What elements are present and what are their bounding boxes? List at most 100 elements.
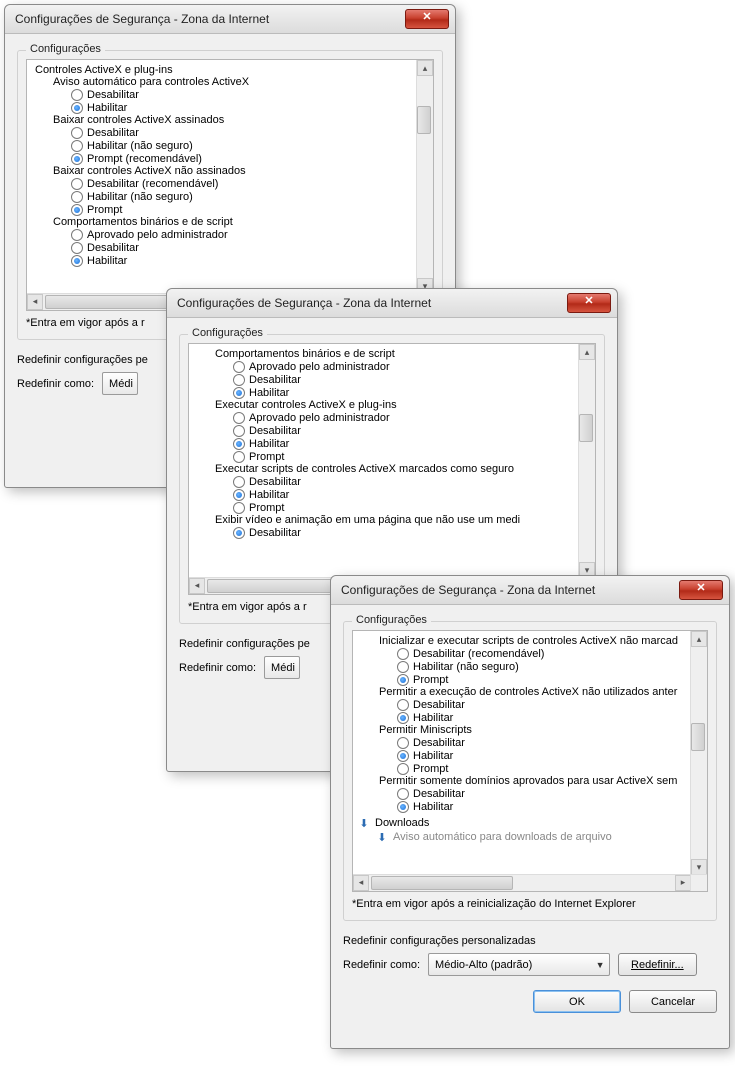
settings-tree[interactable]: Controles ActiveX e plug-ins Aviso autom… (26, 59, 434, 311)
scroll-up-arrow-icon[interactable]: ▴ (691, 631, 707, 647)
group-title: Configurações (352, 614, 431, 626)
dialog-title: Configurações de Segurança - Zona da Int… (177, 296, 431, 310)
ok-button[interactable]: OK (533, 990, 621, 1013)
radio-option[interactable]: Habilitar (31, 102, 415, 114)
radio-icon (71, 255, 83, 267)
category-allow-unused: Permitir a execução de controles ActiveX… (357, 686, 689, 698)
scroll-thumb[interactable] (579, 414, 593, 442)
radio-option[interactable]: Desabilitar (recomendável) (357, 648, 689, 660)
close-button[interactable]: ✕ (405, 9, 449, 29)
scroll-thumb[interactable] (691, 723, 705, 751)
radio-option[interactable]: Prompt (357, 674, 689, 686)
radio-option[interactable]: Habilitar (357, 750, 689, 762)
scroll-up-arrow-icon[interactable]: ▴ (579, 344, 595, 360)
radio-option[interactable]: Prompt (recomendável) (31, 153, 415, 165)
reset-section-label: Redefinir configurações personalizadas (343, 935, 717, 947)
settings-tree[interactable]: Comportamentos binários e de script Apro… (188, 343, 596, 595)
radio-icon (397, 712, 409, 724)
radio-icon (397, 801, 409, 813)
close-icon: ✕ (584, 295, 593, 307)
close-icon: ✕ (696, 582, 705, 594)
scroll-left-arrow-icon[interactable]: ◂ (353, 875, 369, 891)
radio-option[interactable]: Aprovado pelo administrador (193, 412, 577, 424)
radio-option[interactable]: Habilitar (193, 387, 577, 399)
radio-option[interactable]: Habilitar (não seguro) (357, 661, 689, 673)
radio-option[interactable]: Desabilitar (193, 425, 577, 437)
radio-icon (397, 737, 409, 749)
radio-option[interactable]: Habilitar (357, 712, 689, 724)
radio-icon (233, 502, 245, 514)
radio-option[interactable]: Habilitar (193, 489, 577, 501)
scroll-thumb[interactable] (371, 876, 513, 890)
radio-option[interactable]: Desabilitar (31, 242, 415, 254)
radio-option[interactable]: Desabilitar (recomendável) (31, 178, 415, 190)
close-button[interactable]: ✕ (567, 293, 611, 313)
radio-option[interactable]: Desabilitar (193, 476, 577, 488)
download-icon: ⬇ (375, 830, 389, 844)
radio-option[interactable]: Prompt (357, 763, 689, 775)
radio-icon (233, 412, 245, 424)
radio-option[interactable]: Aprovado pelo administrador (31, 229, 415, 241)
titlebar: Configurações de Segurança - Zona da Int… (167, 289, 617, 318)
reset-label: Redefinir como: (179, 662, 256, 674)
group-title: Configurações (26, 43, 105, 55)
scroll-corner (690, 874, 707, 891)
scroll-left-arrow-icon[interactable]: ◂ (189, 578, 205, 594)
radio-option[interactable]: Aprovado pelo administrador (193, 361, 577, 373)
dialog-title: Configurações de Segurança - Zona da Int… (15, 12, 269, 26)
vertical-scrollbar[interactable]: ▴ ▾ (690, 631, 707, 875)
settings-tree[interactable]: Inicializar e executar scripts de contro… (352, 630, 708, 892)
radio-option[interactable]: Habilitar (não seguro) (31, 140, 415, 152)
radio-icon (71, 127, 83, 139)
radio-icon (397, 648, 409, 660)
radio-icon (233, 527, 245, 539)
reset-level-combo[interactable]: Médi (102, 372, 138, 395)
cancel-button[interactable]: Cancelar (629, 990, 717, 1013)
radio-option[interactable]: Desabilitar (357, 737, 689, 749)
close-button[interactable]: ✕ (679, 580, 723, 600)
reset-level-combo[interactable]: Médio-Alto (padrão) ▼ (428, 953, 610, 976)
category-miniscripts: Permitir Miniscripts (357, 724, 689, 736)
scroll-thumb[interactable] (417, 106, 431, 134)
radio-icon (397, 750, 409, 762)
category-downloads: ⬇Downloads (357, 816, 689, 830)
scroll-right-arrow-icon[interactable]: ▸ (675, 875, 691, 891)
dialog-title: Configurações de Segurança - Zona da Int… (341, 583, 595, 597)
radio-option[interactable]: Desabilitar (357, 699, 689, 711)
radio-icon (397, 661, 409, 673)
radio-option[interactable]: Desabilitar (31, 89, 415, 101)
scroll-left-arrow-icon[interactable]: ◂ (27, 294, 43, 310)
radio-icon (397, 674, 409, 686)
radio-icon (71, 191, 83, 203)
radio-option[interactable]: Desabilitar (31, 127, 415, 139)
vertical-scrollbar[interactable]: ▴ ▾ (416, 60, 433, 294)
radio-option[interactable]: Habilitar (193, 438, 577, 450)
settings-group: Configurações Inicializar e executar scr… (343, 621, 717, 921)
category-init-scripts-unsafe: Inicializar e executar scripts de contro… (357, 635, 689, 647)
titlebar: Configurações de Segurança - Zona da Int… (5, 5, 455, 34)
radio-option[interactable]: Prompt (193, 451, 577, 463)
radio-option[interactable]: Habilitar (31, 255, 415, 267)
radio-option[interactable]: Desabilitar (193, 527, 577, 539)
titlebar: Configurações de Segurança - Zona da Int… (331, 576, 729, 605)
category-auto-warn: Aviso automático para controles ActiveX (31, 76, 415, 88)
download-icon: ⬇ (357, 816, 371, 830)
radio-option[interactable]: Habilitar (357, 801, 689, 813)
scroll-up-arrow-icon[interactable]: ▴ (417, 60, 433, 76)
close-icon: ✕ (422, 11, 431, 23)
scroll-down-arrow-icon[interactable]: ▾ (691, 859, 707, 875)
radio-icon (233, 387, 245, 399)
reset-level-combo[interactable]: Médi (264, 656, 300, 679)
horizontal-scrollbar[interactable]: ◂ ▸ (353, 874, 691, 891)
restart-note: *Entra em vigor após a reinicialização d… (352, 898, 708, 910)
radio-icon (397, 699, 409, 711)
radio-option[interactable]: Habilitar (não seguro) (31, 191, 415, 203)
security-settings-dialog-3: Configurações de Segurança - Zona da Int… (330, 575, 730, 1049)
radio-option[interactable]: Desabilitar (357, 788, 689, 800)
vertical-scrollbar[interactable]: ▴ ▾ (578, 344, 595, 578)
radio-option[interactable]: Prompt (193, 502, 577, 514)
radio-option[interactable]: Desabilitar (193, 374, 577, 386)
radio-icon (233, 451, 245, 463)
reset-button[interactable]: Redefinir... (618, 953, 697, 976)
radio-option[interactable]: Prompt (31, 204, 415, 216)
